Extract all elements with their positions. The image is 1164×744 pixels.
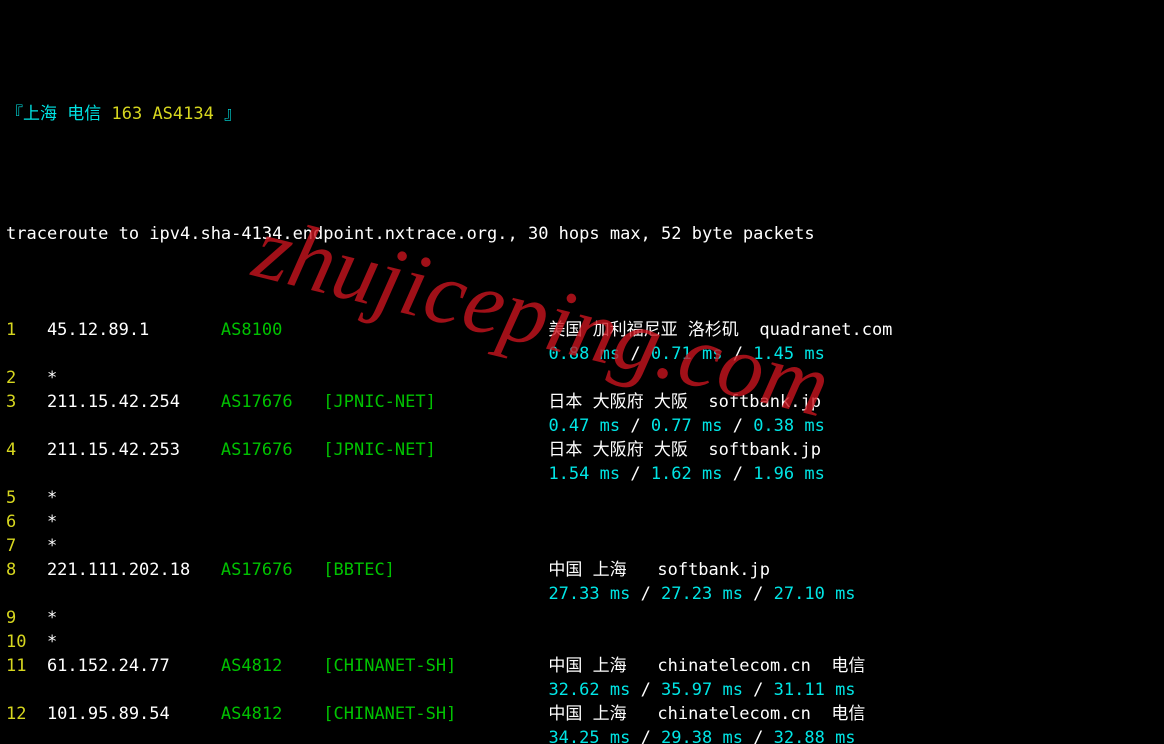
hop-location: 中国 上海 chinatelecom.cn 电信 — [548, 654, 865, 678]
bracket-close: 』 — [224, 104, 241, 124]
hop-row: 2* — [6, 366, 1158, 390]
latency-sep: / — [743, 680, 774, 700]
hop-latency: 1.54 ms — [548, 464, 620, 484]
hop-number: 3 — [6, 390, 47, 414]
hop-latency: 0.38 ms — [753, 416, 825, 436]
hop-row: 8221.111.202.18AS17676[BBTEC]中国 上海 softb… — [6, 558, 1158, 582]
hop-netname: [CHINANET-SH] — [323, 702, 548, 726]
hop-latency: 29.38 ms — [661, 728, 743, 744]
latency-sep: / — [620, 344, 651, 364]
hop-timing-row: 27.33 ms / 27.23 ms / 27.10 ms — [6, 582, 1158, 606]
hop-latency: 0.88 ms — [548, 344, 620, 364]
hop-latency: 1.62 ms — [651, 464, 723, 484]
latency-sep: / — [630, 584, 661, 604]
hop-latency: 1.45 ms — [753, 344, 825, 364]
hop-row: 5* — [6, 486, 1158, 510]
hop-latency: 0.77 ms — [651, 416, 723, 436]
hop-latency: 27.33 ms — [548, 584, 630, 604]
hop-timeout: * — [47, 536, 57, 556]
hop-number: 1 — [6, 318, 47, 342]
hop-timeout: * — [47, 512, 57, 532]
hop-asn: AS17676 — [221, 390, 323, 414]
hop-ip: 211.15.42.253 — [47, 438, 221, 462]
terminal-output: 『上海 电信 163 AS4134 』 traceroute to ipv4.s… — [0, 0, 1164, 744]
hop-latency: 27.10 ms — [774, 584, 856, 604]
hop-number: 11 — [6, 654, 47, 678]
hop-row: 10* — [6, 630, 1158, 654]
hop-row: 7* — [6, 534, 1158, 558]
hop-latency: 0.71 ms — [651, 344, 723, 364]
hop-asn: AS8100 — [221, 318, 323, 342]
hop-netname: [JPNIC-NET] — [323, 390, 548, 414]
hop-latency: 32.88 ms — [774, 728, 856, 744]
hop-row: 4211.15.42.253AS17676[JPNIC-NET]日本 大阪府 大… — [6, 438, 1158, 462]
latency-sep: / — [722, 464, 753, 484]
bracket-open: 『 — [6, 104, 23, 124]
hop-row: 1161.152.24.77AS4812[CHINANET-SH]中国 上海 c… — [6, 654, 1158, 678]
hop-row: 6* — [6, 510, 1158, 534]
hop-timeout: * — [47, 608, 57, 628]
latency-sep: / — [743, 584, 774, 604]
latency-sep: / — [620, 464, 651, 484]
hop-ip: 101.95.89.54 — [47, 702, 221, 726]
hop-timing-row: 0.88 ms / 0.71 ms / 1.45 ms — [6, 342, 1158, 366]
hop-ip: 221.111.202.18 — [47, 558, 221, 582]
hop-netname: [BBTEC] — [323, 558, 548, 582]
hop-number: 5 — [6, 486, 47, 510]
hop-location: 日本 大阪府 大阪 softbank.jp — [548, 390, 821, 414]
hop-ip: 211.15.42.254 — [47, 390, 221, 414]
hop-row: 145.12.89.1AS8100 美国 加利福尼亚 洛杉矶 quadranet.… — [6, 318, 1158, 342]
hop-number: 10 — [6, 630, 47, 654]
hop-latency: 0.47 ms — [548, 416, 620, 436]
hop-latency: 1.96 ms — [753, 464, 825, 484]
hop-timing-row: 1.54 ms / 1.62 ms / 1.96 ms — [6, 462, 1158, 486]
hop-number: 8 — [6, 558, 47, 582]
latency-sep: / — [630, 728, 661, 744]
hop-ip: 61.152.24.77 — [47, 654, 221, 678]
header-suffix: 163 AS4134 — [112, 104, 225, 124]
hop-number: 2 — [6, 366, 47, 390]
hop-number: 6 — [6, 510, 47, 534]
hop-row: 12101.95.89.54AS4812[CHINANET-SH]中国 上海 c… — [6, 702, 1158, 726]
hop-number: 4 — [6, 438, 47, 462]
hop-asn: AS17676 — [221, 438, 323, 462]
hop-location: 美国 加利福尼亚 洛杉矶 quadranet.com — [548, 318, 892, 342]
hop-timeout: * — [47, 368, 57, 388]
hop-row: 9* — [6, 606, 1158, 630]
latency-sep: / — [722, 344, 753, 364]
hop-list: 145.12.89.1AS8100 美国 加利福尼亚 洛杉矶 quadranet.… — [6, 318, 1158, 744]
hop-asn: AS17676 — [221, 558, 323, 582]
latency-sep: / — [743, 728, 774, 744]
hop-ip: 45.12.89.1 — [47, 318, 221, 342]
hop-asn: AS4812 — [221, 702, 323, 726]
hop-timing-row: 34.25 ms / 29.38 ms / 32.88 ms — [6, 726, 1158, 744]
hop-number: 9 — [6, 606, 47, 630]
hop-timing-row: 0.47 ms / 0.77 ms / 0.38 ms — [6, 414, 1158, 438]
hop-latency: 32.62 ms — [548, 680, 630, 700]
latency-sep: / — [620, 416, 651, 436]
hop-latency: 27.23 ms — [661, 584, 743, 604]
latency-sep: / — [722, 416, 753, 436]
hop-timeout: * — [47, 632, 57, 652]
hop-asn: AS4812 — [221, 654, 323, 678]
hop-timing-row: 32.62 ms / 35.97 ms / 31.11 ms — [6, 678, 1158, 702]
hop-location: 日本 大阪府 大阪 softbank.jp — [548, 438, 821, 462]
hop-timeout: * — [47, 488, 57, 508]
hop-number: 7 — [6, 534, 47, 558]
hop-latency: 31.11 ms — [774, 680, 856, 700]
traceroute-command: traceroute to ipv4.sha-4134.endpoint.nxt… — [6, 222, 1158, 246]
latency-sep: / — [630, 680, 661, 700]
hop-row: 3211.15.42.254AS17676[JPNIC-NET]日本 大阪府 大… — [6, 390, 1158, 414]
hop-location: 中国 上海 softbank.jp — [548, 558, 770, 582]
hop-number: 12 — [6, 702, 47, 726]
hop-netname: [JPNIC-NET] — [323, 438, 548, 462]
header-prefix: 上海 电信 — [23, 104, 101, 124]
route-header: 『上海 电信 163 AS4134 』 — [6, 78, 1158, 150]
hop-netname: [CHINANET-SH] — [323, 654, 548, 678]
hop-latency: 35.97 ms — [661, 680, 743, 700]
hop-location: 中国 上海 chinatelecom.cn 电信 — [548, 702, 865, 726]
hop-latency: 34.25 ms — [548, 728, 630, 744]
